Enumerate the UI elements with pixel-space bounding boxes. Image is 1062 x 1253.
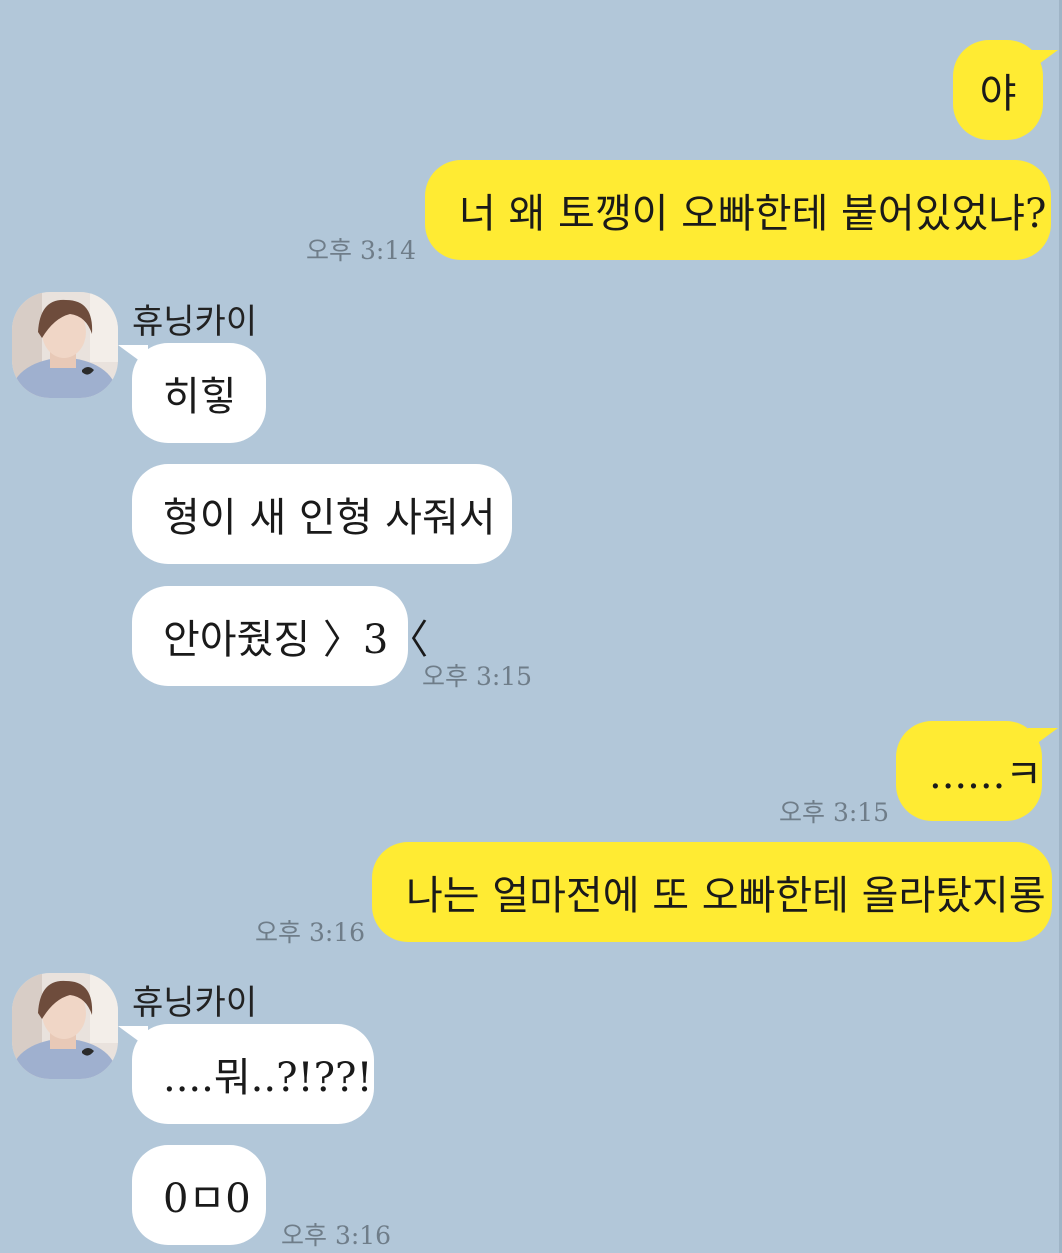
message-text: ......ㅋ — [929, 752, 1043, 798]
message-timestamp: 오후 3:15 — [422, 662, 533, 691]
message-bubble-mine[interactable]: 나는 얼마전에 또 오빠한테 올라탔지롱 — [372, 842, 1052, 942]
message-bubble-theirs[interactable]: 히힣 — [132, 343, 266, 443]
message-bubble-mine[interactable]: 너 왜 토깽이 오빠한테 붙어있었냐? — [425, 160, 1051, 260]
message-bubble-theirs[interactable]: 안아줬징 〉3〈 — [132, 586, 428, 686]
profile-photo-avatar-icon — [12, 973, 118, 1079]
contact-name: 휴닝카이 — [132, 983, 258, 1023]
contact-avatar[interactable] — [12, 292, 118, 398]
message-bubble-theirs[interactable]: 0ㅁ0 — [132, 1145, 266, 1245]
message-timestamp: 오후 3:16 — [281, 1221, 392, 1250]
contact-name: 휴닝카이 — [132, 302, 258, 342]
message-text: 너 왜 토깽이 오빠한테 붙어있었냐? — [459, 191, 1047, 237]
message-timestamp: 오후 3:15 — [779, 798, 890, 827]
message-text: 형이 새 인형 사줘서 — [163, 495, 496, 541]
message-timestamp: 오후 3:14 — [306, 236, 417, 265]
chat-screen[interactable]: { "chat": { "contact_name": "휴닝카이", "mes… — [0, 0, 1062, 1253]
message-bubble-mine[interactable]: ......ㅋ — [896, 721, 1042, 821]
message-text: ....뭐..?!??! — [163, 1055, 373, 1101]
contact-avatar[interactable] — [12, 973, 118, 1079]
message-bubble-theirs[interactable]: 형이 새 인형 사줘서 — [132, 464, 512, 564]
message-bubble-theirs[interactable]: ....뭐..?!??! — [132, 1024, 374, 1124]
bubble-tail — [1028, 50, 1058, 72]
profile-photo-avatar-icon — [12, 292, 118, 398]
bubble-tail — [1028, 728, 1058, 750]
message-timestamp: 오후 3:16 — [255, 918, 366, 947]
message-text: 야 — [979, 71, 1017, 117]
bubble-tail — [118, 345, 148, 367]
message-text: 히힣 — [163, 374, 237, 420]
message-text: 안아줬징 〉3〈 — [163, 617, 429, 663]
message-text: 나는 얼마전에 또 오빠한테 올라탔지롱 — [406, 873, 1046, 919]
message-text: 0ㅁ0 — [163, 1176, 251, 1222]
bubble-tail — [118, 1026, 148, 1048]
